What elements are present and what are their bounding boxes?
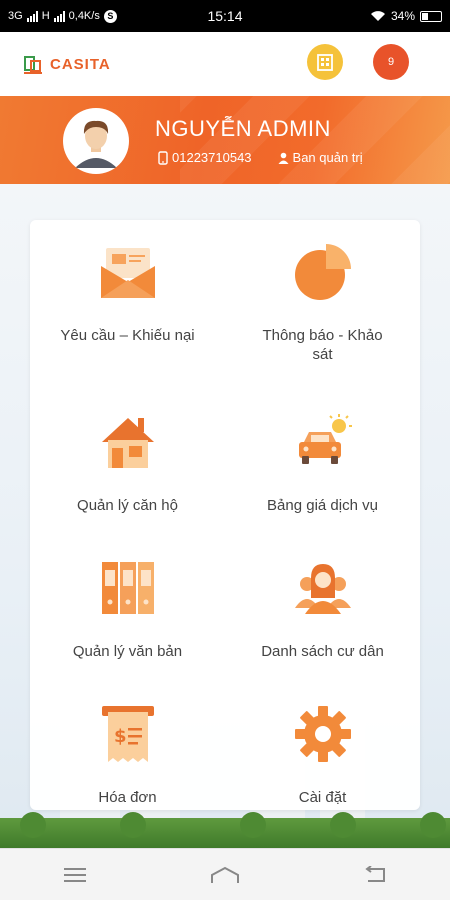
person-icon bbox=[278, 152, 289, 164]
status-left: 3G H 0,4K/s S bbox=[8, 9, 117, 23]
skype-icon: S bbox=[103, 9, 117, 23]
user-avatar-icon bbox=[65, 110, 127, 172]
user-info: 01223710543 Ban quản trị bbox=[158, 150, 363, 165]
menu-icon bbox=[64, 867, 86, 882]
menu-item-label: Thông báo - Khảo sát bbox=[262, 327, 383, 363]
status-bar: 3G H 0,4K/s S 15:14 34% bbox=[0, 0, 450, 32]
menu-item-label: Quản lý căn hộ bbox=[77, 497, 178, 514]
house-icon bbox=[96, 410, 160, 474]
menu-item-label: Hóa đơn bbox=[98, 789, 157, 806]
signal-icon-2 bbox=[53, 10, 65, 22]
profile-banner: NGUYỄN ADMIN 01223710543 Ban quản trị bbox=[0, 96, 450, 184]
signal-icon bbox=[26, 10, 38, 22]
menu-item-settings[interactable]: Cài đặt bbox=[225, 682, 420, 828]
user-name: NGUYỄN ADMIN bbox=[155, 116, 331, 141]
logo-text: CASITA bbox=[50, 55, 111, 73]
menu-item-label: Danh sách cư dân bbox=[261, 643, 384, 660]
back-button[interactable] bbox=[345, 855, 405, 895]
logo-mark-icon bbox=[24, 56, 42, 74]
menu-item-label: Quản lý văn bản bbox=[72, 643, 183, 660]
battery-percent: 34% bbox=[390, 9, 415, 23]
pie-chart-icon bbox=[291, 240, 355, 304]
home-icon bbox=[211, 866, 239, 883]
network-h: H bbox=[41, 10, 50, 22]
menu-item-documents[interactable]: Quản lý văn bản bbox=[30, 536, 225, 682]
invoice-icon: $ bbox=[96, 702, 160, 766]
menu-item-residents[interactable]: Danh sách cư dân bbox=[225, 536, 420, 682]
avatar[interactable] bbox=[63, 108, 129, 174]
menu-item-label: Bảng giá dịch vụ bbox=[267, 497, 378, 514]
menu-button[interactable] bbox=[45, 855, 105, 895]
menu-item-apartments[interactable]: Quản lý căn hộ bbox=[30, 390, 225, 536]
status-right: 34% bbox=[370, 9, 442, 23]
back-icon bbox=[365, 865, 385, 882]
binders-icon bbox=[96, 556, 160, 620]
network-speed: 0,4K/s bbox=[68, 10, 100, 22]
menu-item-requests[interactable]: Yêu cầu – Khiếu nại bbox=[30, 220, 225, 366]
menu-item-invoices[interactable]: $ Hóa đơn bbox=[30, 682, 225, 828]
app-header: CASITA 9 bbox=[0, 32, 450, 96]
wifi-icon bbox=[370, 11, 385, 21]
menu-item-service-prices[interactable]: Bảng giá dịch vụ bbox=[225, 390, 420, 536]
notification-button[interactable]: 9 bbox=[373, 44, 409, 80]
phone-icon bbox=[158, 150, 168, 165]
home-button[interactable] bbox=[195, 855, 255, 895]
user-phone: 01223710543 bbox=[172, 150, 252, 165]
building-button[interactable] bbox=[307, 44, 343, 80]
network-type: 3G bbox=[8, 10, 23, 22]
battery-icon bbox=[420, 10, 442, 22]
menu-item-label: Cài đặt bbox=[298, 789, 347, 806]
car-icon bbox=[291, 410, 355, 474]
system-nav-bar bbox=[0, 848, 450, 900]
notification-count: 9 bbox=[387, 56, 395, 68]
residents-icon bbox=[291, 556, 355, 620]
menu-item-label: Yêu cầu – Khiếu nại bbox=[60, 327, 195, 344]
user-role: Ban quản trị bbox=[292, 150, 363, 165]
building-icon bbox=[317, 54, 333, 71]
gear-icon bbox=[291, 702, 355, 766]
envelope-icon bbox=[96, 240, 160, 304]
casita-logo: CASITA bbox=[22, 53, 111, 75]
svg-text:$: $ bbox=[114, 726, 127, 747]
menu-card: Yêu cầu – Khiếu nại Thông báo - Khảo sát… bbox=[30, 220, 420, 810]
menu-item-announcements[interactable]: Thông báo - Khảo sát bbox=[225, 220, 420, 366]
